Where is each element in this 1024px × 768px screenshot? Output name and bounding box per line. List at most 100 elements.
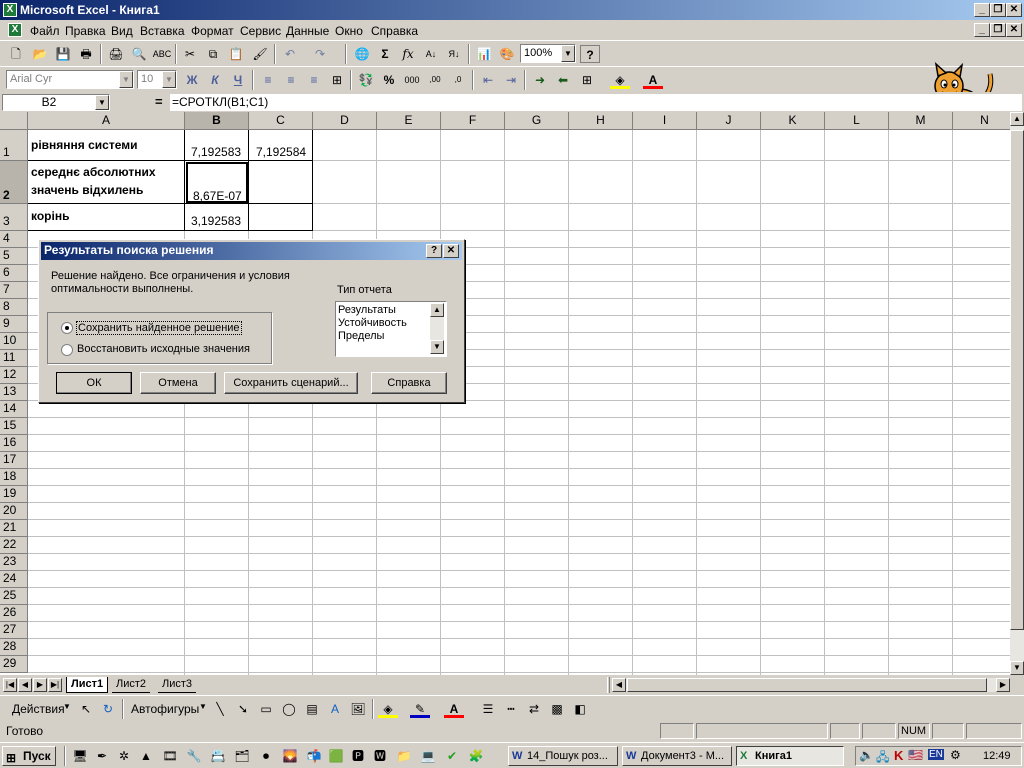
clipart-icon[interactable]: 🖼 [348,700,368,718]
column-header[interactable]: B [185,112,249,130]
scroll-thumb[interactable] [627,678,987,692]
column-header[interactable]: C [249,112,313,130]
antivirus-icon[interactable]: K [894,748,903,763]
row-header[interactable]: 25 [0,588,28,605]
row-header[interactable]: 29 [0,656,28,673]
task-button-doc2[interactable]: W Документ3 - М... [622,746,732,766]
column-header[interactable]: H [569,112,633,130]
fill-color-icon[interactable]: ◈ [378,700,398,718]
row-header[interactable]: 16 [0,435,28,452]
workbook-icon[interactable]: X [8,23,22,37]
start-button[interactable]: ⊞ Пуск [2,746,56,766]
increase-decimal-icon[interactable]: ,00 [425,71,445,89]
network-icon[interactable]: 🖧 [876,748,889,768]
arrow-icon[interactable]: ➘ [233,700,253,718]
row-header[interactable]: 19 [0,486,28,503]
minimize-button[interactable]: _ [974,3,990,17]
quicklaunch-icon[interactable]: 📇 [208,747,228,765]
report-option[interactable]: Пределы [338,330,384,342]
select-pointer-icon[interactable]: ↖ [76,700,96,718]
column-header[interactable]: D [313,112,377,130]
quicklaunch-icon[interactable]: 🧩 [466,747,486,765]
row-header[interactable]: 15 [0,418,28,435]
scroll-right-icon[interactable]: ▶ [996,678,1010,692]
row-header[interactable]: 27 [0,622,28,639]
chevron-down-icon[interactable]: ▼ [63,702,71,711]
column-header[interactable]: N [953,112,1010,130]
column-header[interactable]: G [505,112,569,130]
sheet-tab-2[interactable]: Лист2 [112,677,151,693]
cancel-button[interactable]: Отмена [140,372,216,394]
sheet-tab-1[interactable]: Лист1 [66,677,109,693]
keep-solution-radio[interactable] [61,322,73,334]
menu-insert[interactable]: Вставка [140,24,185,38]
first-sheet-icon[interactable]: |◀ [3,678,17,692]
font-name-combo[interactable]: Arial Cyr ▼ [6,70,134,89]
undo-icon[interactable]: ↶ [280,45,300,63]
chevron-down-icon[interactable]: ▼ [561,45,575,62]
arrow-right-icon[interactable]: ➜ [530,71,550,89]
font-color-icon[interactable]: A [643,71,663,89]
menu-format[interactable]: Формат [191,24,234,38]
row-header[interactable]: 14 [0,401,28,418]
3d-icon[interactable]: ◧ [570,700,590,718]
name-box[interactable]: B2 ▼ [2,94,110,111]
flag-icon[interactable]: 🇺🇸 [908,748,923,762]
tab-split-handle[interactable] [607,677,610,693]
task-button-excel[interactable]: X Книга1 [736,746,844,766]
tray-app-icon[interactable]: ⚙ [950,748,961,762]
volume-icon[interactable]: 🔈 [859,748,874,762]
column-header[interactable]: F [441,112,505,130]
row-header[interactable]: 9 [0,316,28,333]
menu-view[interactable]: Вид [111,24,133,38]
report-type-listbox[interactable]: Результаты Устойчивость Пределы ▲ ▼ [335,301,447,357]
chart-wizard-icon[interactable]: 📊 [474,45,494,63]
menu-file[interactable]: Файл [30,24,60,38]
task-button-doc1[interactable]: W 14_Пошук роз... [508,746,618,766]
row-header[interactable]: 21 [0,520,28,537]
sheet-tab-3[interactable]: Лист3 [158,677,197,693]
wordart-icon[interactable]: A [325,700,345,718]
rectangle-icon[interactable]: ▭ [256,700,276,718]
formula-input[interactable]: =СРОТКЛ(B1;C1) [170,94,1022,111]
cell-b3[interactable]: 3,192583 [191,214,241,228]
fill-color-icon[interactable]: ◈ [610,71,630,89]
permission-icon[interactable]: 🖶 [76,45,96,63]
row-header[interactable]: 1 [0,130,28,161]
row-header[interactable]: 8 [0,299,28,316]
cell-a1[interactable]: рівняння системи [31,138,138,152]
underline-button[interactable]: Ч [228,71,248,89]
font-color-icon[interactable]: A [444,700,464,718]
sort-desc-icon[interactable]: Я↓ [444,45,464,63]
restore-values-label[interactable]: Восстановить исходные значения [77,343,250,355]
align-center-icon[interactable]: ≡ [281,71,301,89]
dialog-close-button[interactable]: ✕ [443,244,459,258]
row-header[interactable]: 4 [0,231,28,248]
cell-a2-line2[interactable]: значень відхилень [31,183,143,197]
format-painter-icon[interactable]: 🖌 [250,45,270,63]
chevron-down-icon[interactable]: ▼ [162,71,176,88]
cell-a2-line1[interactable]: середнє абсолютних [31,165,156,179]
cell-c1[interactable]: 7,192584 [256,145,306,159]
quicklaunch-icon[interactable]: ✒ [92,747,112,765]
column-header[interactable]: L [825,112,889,130]
report-option[interactable]: Результаты [338,304,396,316]
thousands-button[interactable]: 000 [402,71,422,89]
quicklaunch-icon[interactable]: ▲ [136,747,156,765]
column-header[interactable]: E [377,112,441,130]
menu-edit[interactable]: Правка [65,24,106,38]
zoom-combo[interactable]: 100% ▼ [520,44,576,63]
menu-data[interactable]: Данные [286,24,329,38]
row-header[interactable]: 12 [0,367,28,384]
quicklaunch-icon[interactable]: 📁 [394,747,414,765]
row-header[interactable]: 10 [0,333,28,350]
cell-b1[interactable]: 7,192583 [191,145,241,159]
bold-button[interactable]: Ж [182,71,202,89]
column-header[interactable]: A [28,112,185,130]
row-header[interactable]: 2 [0,161,28,204]
chevron-down-icon[interactable]: ▼ [199,702,207,711]
quicklaunch-icon[interactable]: ✲ [114,747,134,765]
cell-a3[interactable]: корінь [31,209,69,223]
row-header[interactable]: 22 [0,537,28,554]
listbox-scroll-track[interactable] [430,317,444,340]
